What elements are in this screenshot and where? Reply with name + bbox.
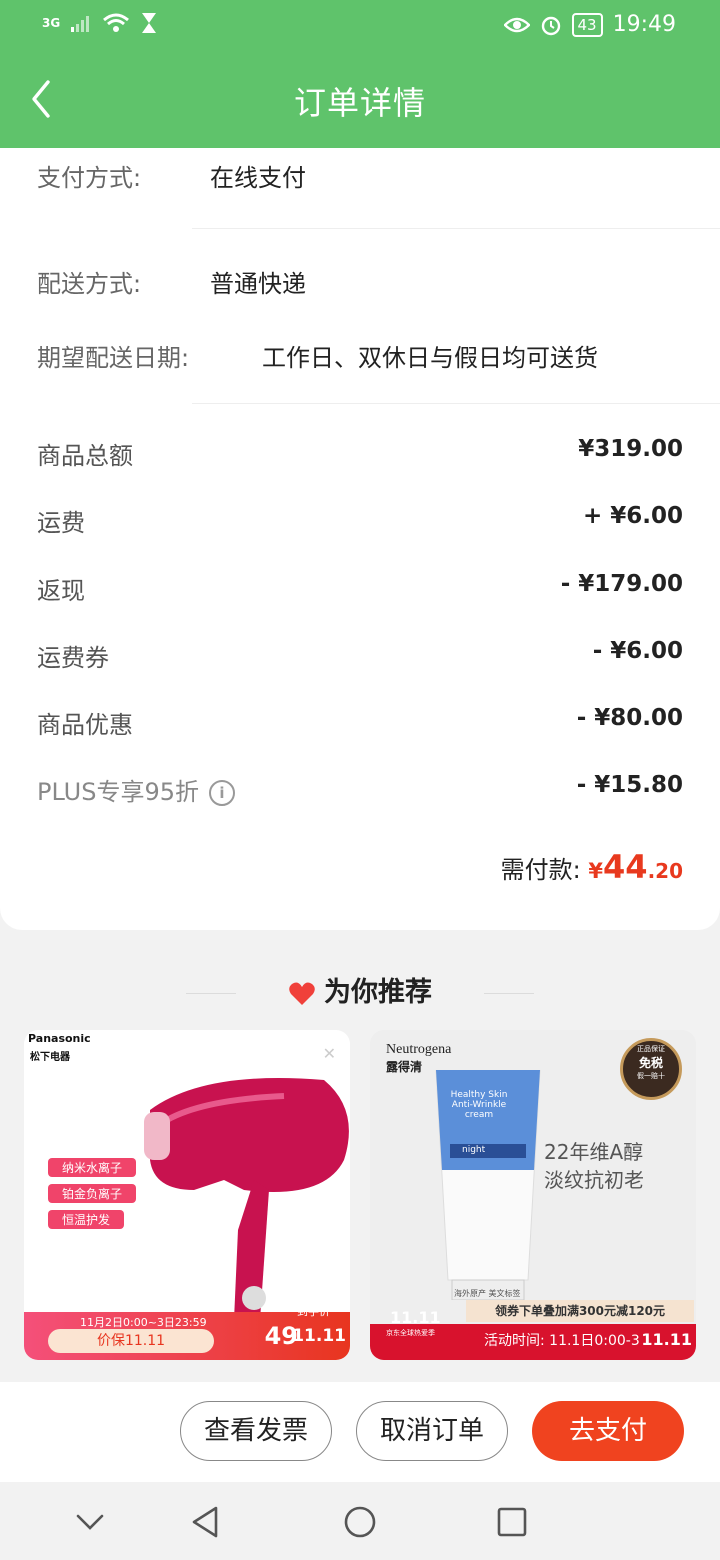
duty-free-badge: 正品保证 免税 假一赔十 — [620, 1038, 682, 1100]
brand-logo: Neutrogena — [386, 1042, 452, 1057]
product-card-cream[interactable]: Neutrogena 露得清 正品保证 免税 假一赔十 Healthy Skin… — [370, 1030, 696, 1360]
order-detail-card: 支付方式: 在线支付 配送方式: 普通快递 期望配送日期: 工作日、双休日与假日… — [0, 148, 720, 930]
alarm-icon — [541, 16, 560, 35]
promo-date: 11月2日0:00~3日23:59 — [80, 1316, 207, 1329]
payment-method-label: 支付方式: — [37, 164, 142, 192]
divider — [192, 403, 720, 404]
event-logo: 11.11 — [292, 1326, 346, 1346]
promo-banner: 11月2日0:00~3日23:59 价保11.11 到手价 49 11.11 — [24, 1305, 350, 1360]
delivery-date-value: 工作日、双休日与假日均可送货 — [262, 344, 598, 372]
coupon-banner: 领券下单叠加满300元减120元 — [466, 1300, 694, 1322]
amount-label-shipping: 运费 — [37, 509, 85, 537]
recommend-title-text: 为你推荐 — [324, 977, 432, 1008]
promo-banner: 11.11 京东全球热爱季 活动时间: 11.1日0:00-3 11.11 — [370, 1308, 696, 1360]
total-decimal: .20 — [647, 859, 683, 883]
activity-time: 活动时间: 11.1日0:00-3 — [484, 1333, 640, 1349]
recents-square-icon[interactable] — [492, 1502, 532, 1542]
amount-value-discount: - ¥80.00 — [576, 705, 683, 731]
amount-value-subtotal: ¥319.00 — [578, 436, 683, 462]
product-tag: 铂金负离子 — [48, 1184, 137, 1203]
header-bar: 订单详情 — [0, 50, 720, 148]
product-headline: 淡纹抗初老 — [544, 1168, 644, 1192]
promo-text: 价保11.11 — [48, 1329, 214, 1353]
total-integer: 44 — [603, 848, 648, 886]
amount-value-shipping: + ¥6.00 — [582, 503, 683, 529]
event-logo: 11.11 — [390, 1308, 441, 1327]
total-label: 需付款: — [500, 856, 581, 884]
amount-label-discount: 商品优惠 — [37, 711, 133, 739]
product-card-hairdryer[interactable]: Panasonic 松下电器 ✕ 纳米水离子 铂金负离子 恒温护发 11月2日0… — [24, 1030, 350, 1360]
page-title: 订单详情 — [293, 84, 426, 122]
divider — [192, 228, 720, 229]
badge-center-text: 免税 — [638, 1056, 663, 1070]
tube-night: night — [462, 1145, 486, 1155]
brand-logo-cn: 露得清 — [386, 1060, 423, 1074]
status-bar: 3G 43 19:49 — [0, 0, 720, 50]
amount-value-shipping-coupon: - ¥6.00 — [592, 638, 683, 664]
total-payable: 需付款: ¥44.20 — [501, 848, 683, 886]
badge-top-text: 正品保证 — [637, 1045, 665, 1053]
system-nav-bar — [0, 1482, 720, 1560]
origin-note: 海外原产 美文标签 — [454, 1289, 521, 1298]
event-logo: 11.11 — [641, 1330, 692, 1349]
bottom-action-bar: 查看发票 取消订单 去支付 — [0, 1382, 720, 1482]
chevron-down-icon[interactable] — [70, 1502, 110, 1542]
recommend-title: 为你推荐 — [0, 970, 720, 1009]
cancel-order-button[interactable]: 取消订单 — [356, 1401, 508, 1461]
plus-discount-text: PLUS专享95折 — [37, 778, 199, 806]
amount-value-cashback: - ¥179.00 — [560, 571, 683, 597]
price-badge-label: 到手价 — [297, 1305, 330, 1318]
event-subtitle: 京东全球热爱季 — [386, 1329, 435, 1337]
badge-bottom-text: 假一赔十 — [637, 1072, 665, 1080]
amount-label-plus: PLUS专享95折 i — [37, 772, 235, 807]
heart-icon — [289, 982, 315, 1005]
total-currency: ¥ — [588, 859, 604, 883]
delivery-method-value: 普通快递 — [210, 270, 306, 298]
amount-label-shipping-coupon: 运费券 — [37, 644, 109, 672]
amount-value-plus: - ¥15.80 — [576, 772, 683, 798]
delivery-method-label: 配送方式: — [37, 270, 142, 298]
battery-indicator: 43 — [571, 12, 603, 37]
info-icon[interactable]: i — [209, 780, 235, 806]
wifi-icon — [103, 13, 130, 32]
amount-label-subtotal: 商品总额 — [37, 442, 133, 470]
network-label: 3G — [42, 16, 61, 30]
hourglass-icon — [142, 13, 157, 33]
product-tag: 纳米水离子 — [48, 1158, 137, 1177]
amount-label-cashback: 返现 — [37, 577, 85, 605]
delivery-date-label: 期望配送日期: — [37, 344, 190, 372]
product-tag: 恒温护发 — [48, 1210, 125, 1229]
home-circle-icon[interactable] — [340, 1502, 380, 1542]
tube-text: Healthy Skin Anti-Wrinkle cream — [450, 1090, 508, 1120]
eye-icon — [503, 17, 530, 32]
signal-icon — [71, 16, 90, 32]
clock: 19:49 — [612, 12, 676, 37]
pay-button[interactable]: 去支付 — [532, 1401, 684, 1461]
view-invoice-button[interactable]: 查看发票 — [180, 1401, 332, 1461]
product-headline: 22年维A醇 — [544, 1140, 644, 1164]
payment-method-value: 在线支付 — [210, 164, 306, 192]
back-triangle-icon[interactable] — [186, 1502, 226, 1542]
